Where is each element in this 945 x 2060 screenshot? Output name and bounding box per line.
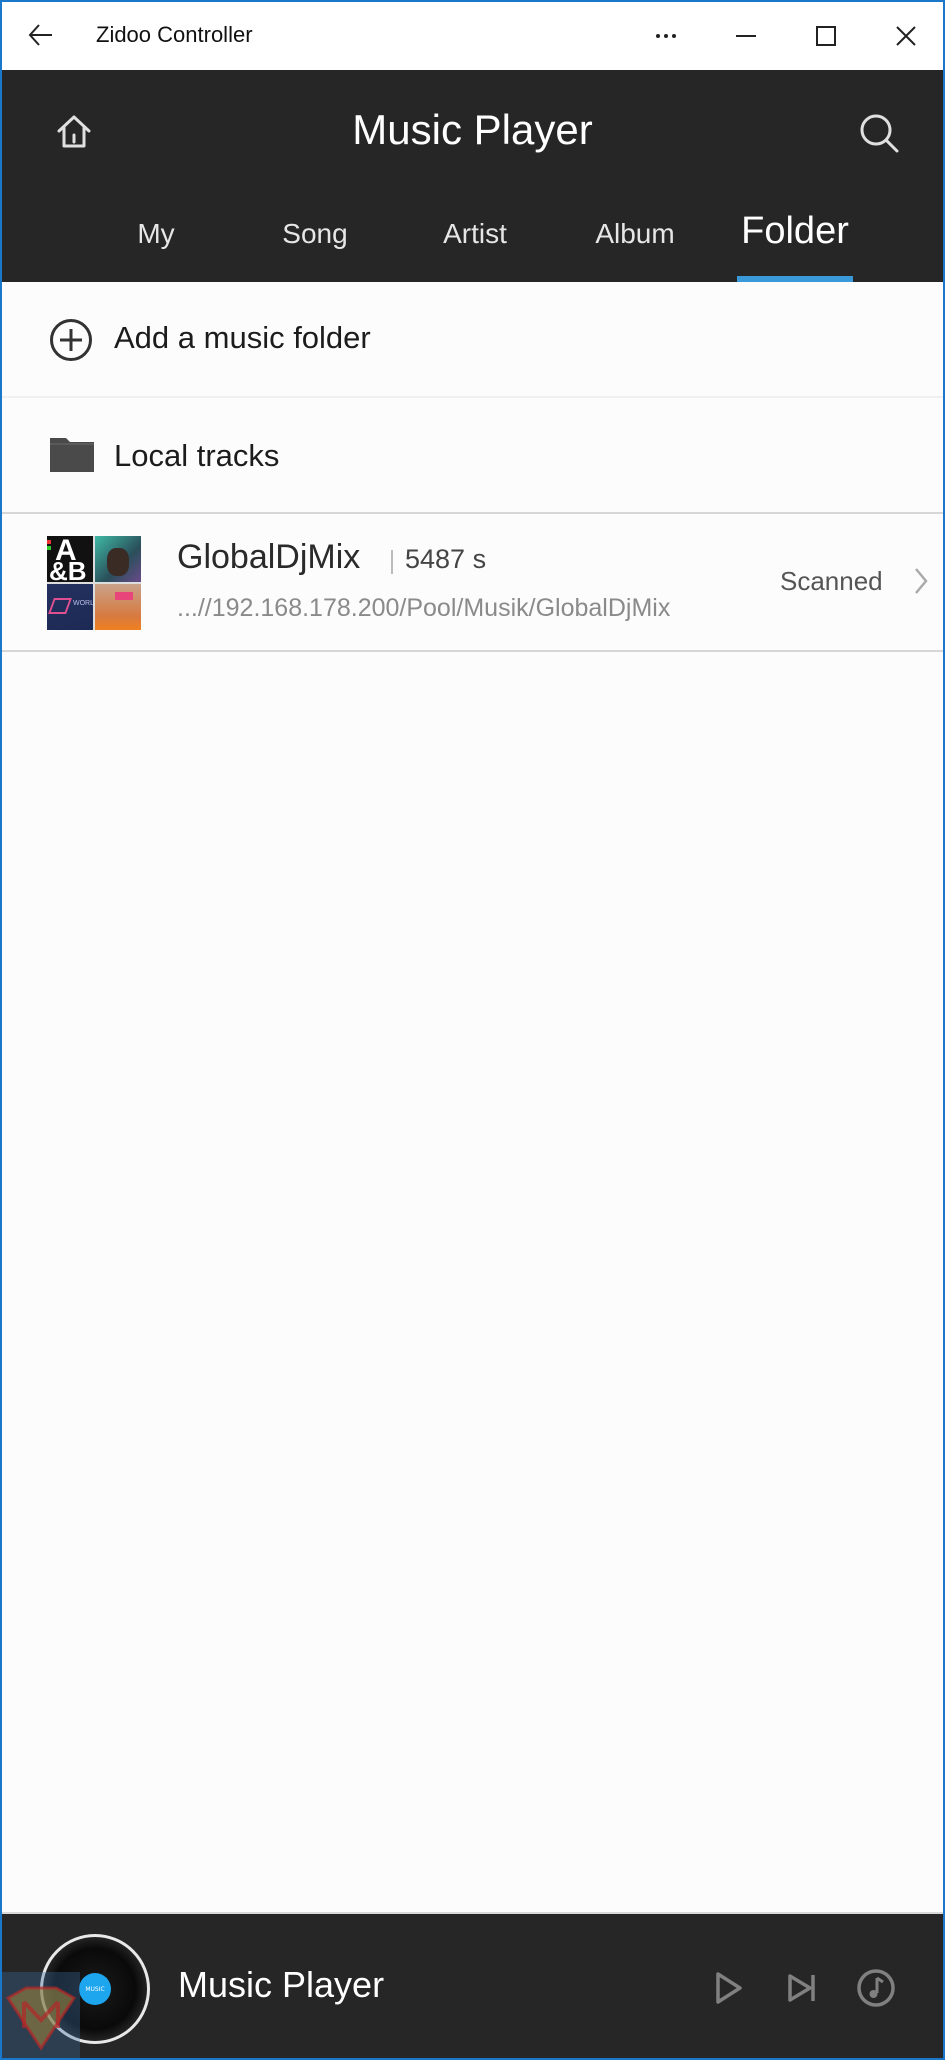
app-window: Zidoo Controller Music Player My Song Ar… bbox=[2, 2, 943, 2058]
album-art-1: A &B bbox=[47, 536, 93, 582]
skip-next-icon bbox=[788, 1974, 815, 2002]
album-art-4 bbox=[95, 584, 141, 630]
tab-album[interactable]: Album bbox=[565, 218, 705, 250]
tab-my[interactable]: My bbox=[86, 218, 226, 250]
tab-song[interactable]: Song bbox=[245, 218, 385, 250]
divider bbox=[2, 650, 943, 652]
skip-next-button[interactable] bbox=[782, 1968, 822, 2008]
add-music-folder-row[interactable]: Add a music folder bbox=[2, 282, 943, 396]
maximize-button[interactable] bbox=[804, 14, 848, 58]
tab-folder[interactable]: Folder bbox=[725, 210, 865, 253]
album-art-3: WORLD bbox=[47, 584, 93, 630]
add-music-folder-label: Add a music folder bbox=[114, 320, 371, 355]
folder-name: GlobalDjMix bbox=[177, 538, 361, 576]
shield-logo-icon bbox=[5, 1986, 77, 2051]
title-bar: Zidoo Controller bbox=[2, 2, 943, 70]
scan-status: Scanned bbox=[780, 566, 883, 596]
overlay-badge bbox=[2, 1972, 80, 2058]
separator bbox=[391, 550, 393, 574]
play-icon bbox=[716, 1972, 742, 2004]
play-button[interactable] bbox=[708, 1968, 748, 2008]
app-header: Music Player My Song Artist Album Folder bbox=[2, 70, 943, 282]
search-icon bbox=[860, 114, 899, 153]
back-button[interactable] bbox=[24, 18, 58, 52]
search-button[interactable] bbox=[856, 110, 902, 156]
more-button[interactable] bbox=[644, 14, 688, 58]
disc-label: MUSIC bbox=[79, 1973, 111, 2005]
music-note-icon bbox=[857, 1969, 895, 2007]
local-tracks-row[interactable]: Local tracks bbox=[2, 398, 943, 512]
player-title: Music Player bbox=[178, 1964, 385, 2005]
more-icon bbox=[656, 34, 676, 38]
close-icon bbox=[896, 26, 916, 46]
album-art-2 bbox=[95, 536, 141, 582]
minimize-button[interactable] bbox=[724, 14, 768, 58]
arrow-left-icon bbox=[28, 24, 52, 46]
mini-player[interactable]: MUSIC Music Player bbox=[2, 1912, 943, 2058]
minimize-icon bbox=[736, 35, 756, 37]
playlist-button[interactable] bbox=[856, 1968, 896, 2008]
local-tracks-label: Local tracks bbox=[114, 438, 280, 473]
album-art-grid: A &B WORLD bbox=[47, 536, 141, 630]
maximize-icon bbox=[816, 26, 836, 46]
folder-track-count: 5487 s bbox=[405, 544, 487, 574]
plus-circle-icon bbox=[50, 319, 92, 361]
folder-item[interactable]: A &B WORLD GlobalDjMix 5487 s ...//192.1… bbox=[2, 514, 943, 650]
close-button[interactable] bbox=[884, 14, 928, 58]
tab-artist[interactable]: Artist bbox=[405, 218, 545, 250]
page-title: Music Player bbox=[352, 106, 593, 153]
folder-icon bbox=[50, 438, 94, 472]
tab-bar: My Song Artist Album Folder bbox=[2, 210, 943, 282]
window-title: Zidoo Controller bbox=[96, 22, 253, 47]
folder-path: ...//192.168.178.200/Pool/Musik/GlobalDj… bbox=[177, 594, 671, 622]
chevron-right-icon bbox=[915, 568, 928, 594]
